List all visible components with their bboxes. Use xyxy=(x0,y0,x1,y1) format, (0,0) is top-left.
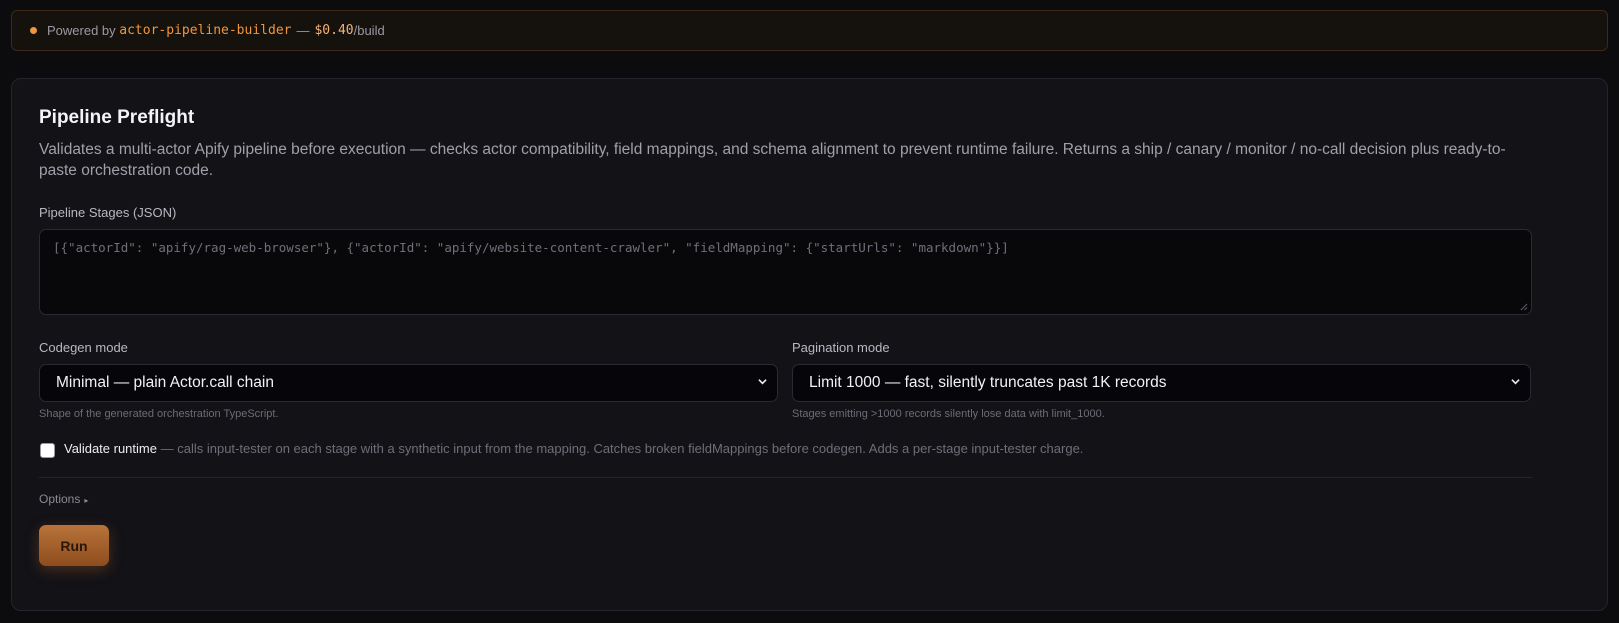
pipeline-form-card: Pipeline Preflight Validates a multi-act… xyxy=(11,78,1608,611)
validate-runtime-description: — calls input-tester on each stage with … xyxy=(160,441,1084,456)
powered-by-banner: Powered by actor-pipeline-builder — $0.40/… xyxy=(11,10,1608,51)
options-toggle[interactable]: Options ▸ xyxy=(39,492,88,506)
price-suffix: /build xyxy=(353,23,385,38)
banner-separator: — xyxy=(296,23,310,38)
build-price: $0.40 xyxy=(314,23,354,38)
codegen-mode-hint: Shape of the generated orchestration Typ… xyxy=(39,408,279,420)
pagination-mode-label: Pagination mode xyxy=(792,340,890,355)
page-title: Pipeline Preflight xyxy=(39,107,195,128)
options-label: Options xyxy=(39,492,81,506)
pipeline-stages-textarea[interactable]: [{"actorId": "apify/rag-web-browser"}, {… xyxy=(39,229,1532,315)
pagination-mode-value: Limit 1000 — fast, silently truncates pa… xyxy=(809,374,1167,391)
banner-prefix: Powered by xyxy=(47,23,116,38)
validate-runtime-text: Validate runtime — calls input-tester on… xyxy=(64,441,1083,456)
triangle-right-icon: ▸ xyxy=(84,496,89,505)
validate-runtime-checkbox[interactable] xyxy=(40,443,55,458)
chevron-down-icon xyxy=(758,379,767,385)
resize-handle-icon[interactable] xyxy=(1520,303,1528,311)
stages-label: Pipeline Stages (JSON) xyxy=(39,205,177,220)
page-description: Validates a multi-actor Apify pipeline b… xyxy=(39,141,1506,179)
section-divider xyxy=(39,477,1532,478)
stages-placeholder: [{"actorId": "apify/rag-web-browser"}, {… xyxy=(53,240,1009,255)
codegen-mode-value: Minimal — plain Actor.call chain xyxy=(56,374,274,391)
pagination-mode-hint: Stages emitting >1000 records silently l… xyxy=(792,408,1105,420)
codegen-mode-select[interactable]: Minimal — plain Actor.call chain xyxy=(39,364,778,402)
chevron-down-icon xyxy=(1511,379,1520,385)
validate-runtime-label[interactable]: Validate runtime xyxy=(64,441,157,456)
run-button[interactable]: Run xyxy=(39,525,109,566)
status-dot-icon xyxy=(30,27,37,34)
pagination-mode-select[interactable]: Limit 1000 — fast, silently truncates pa… xyxy=(792,364,1531,402)
codegen-mode-label: Codegen mode xyxy=(39,340,128,355)
builder-name: actor-pipeline-builder xyxy=(119,23,292,38)
